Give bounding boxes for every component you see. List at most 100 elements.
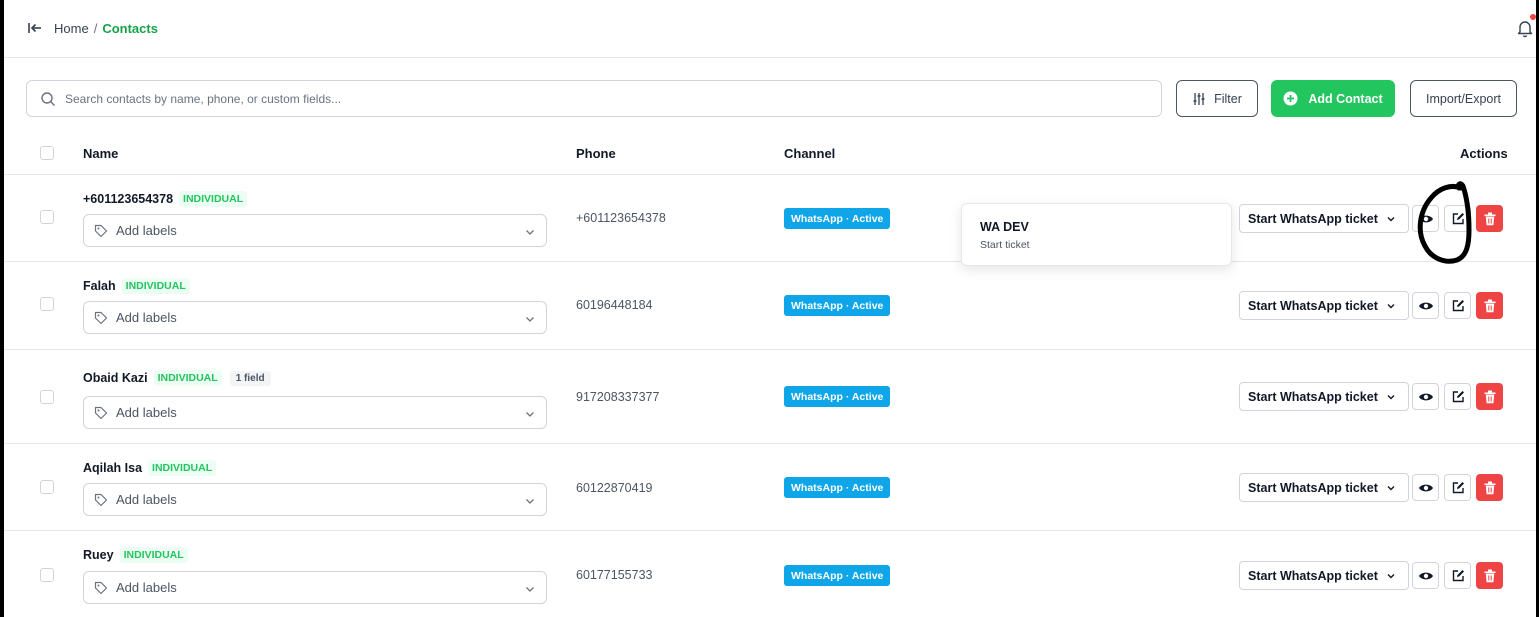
eye-icon bbox=[1418, 302, 1433, 309]
tag-icon bbox=[94, 311, 108, 325]
plus-circle-icon bbox=[1283, 91, 1298, 106]
labels-select[interactable]: Add labels bbox=[83, 571, 547, 604]
start-ticket-label: Start WhatsApp ticket bbox=[1248, 480, 1378, 495]
column-header-name: Name bbox=[83, 146, 119, 161]
delete-button[interactable] bbox=[1476, 562, 1503, 589]
contact-phone: 60177155733 bbox=[576, 568, 653, 582]
edit-button[interactable] bbox=[1444, 474, 1471, 501]
channel-badge: WhatsApp · Active bbox=[784, 208, 891, 229]
contact-name[interactable]: Falah bbox=[83, 279, 116, 293]
import-export-button[interactable]: Import/Export bbox=[1410, 80, 1517, 117]
view-button[interactable] bbox=[1412, 205, 1439, 232]
delete-button[interactable] bbox=[1476, 205, 1503, 232]
view-button[interactable] bbox=[1412, 562, 1439, 589]
contact-phone: +601123654378 bbox=[576, 211, 666, 225]
chevron-down-icon bbox=[526, 230, 534, 235]
chevron-down-icon bbox=[526, 317, 534, 322]
table-header: Name Phone Channel Actions bbox=[4, 134, 1536, 175]
start-ticket-label: Start WhatsApp ticket bbox=[1248, 389, 1378, 404]
edit-icon bbox=[1452, 212, 1464, 224]
labels-placeholder: Add labels bbox=[116, 492, 177, 507]
edit-button[interactable] bbox=[1444, 383, 1471, 410]
row-checkbox[interactable] bbox=[40, 210, 54, 224]
start-whatsapp-ticket-button[interactable]: Start WhatsApp ticket bbox=[1239, 291, 1409, 320]
labels-placeholder: Add labels bbox=[116, 310, 177, 325]
start-ticket-label: Start WhatsApp ticket bbox=[1248, 211, 1378, 226]
start-whatsapp-ticket-button[interactable]: Start WhatsApp ticket bbox=[1239, 561, 1409, 590]
trash-icon bbox=[1484, 299, 1495, 312]
filter-label: Filter bbox=[1214, 91, 1242, 106]
contact-name[interactable]: Aqilah Isa bbox=[83, 461, 142, 475]
start-whatsapp-ticket-button[interactable]: Start WhatsApp ticket bbox=[1239, 473, 1409, 502]
labels-select[interactable]: Add labels bbox=[83, 301, 547, 334]
start-ticket-dropdown-item[interactable]: WA DEV Start ticket bbox=[961, 203, 1232, 266]
sliders-icon bbox=[1193, 92, 1205, 105]
custom-field-count-badge: 1 field bbox=[229, 370, 271, 386]
start-whatsapp-ticket-button[interactable]: Start WhatsApp ticket bbox=[1239, 382, 1409, 411]
delete-button[interactable] bbox=[1476, 474, 1503, 501]
eye-icon bbox=[1418, 215, 1433, 222]
contact-type-badge: INDIVIDUAL bbox=[153, 370, 222, 386]
eye-icon bbox=[1418, 484, 1433, 491]
edit-icon bbox=[1452, 569, 1464, 581]
top-bar: Home / Contacts bbox=[4, 0, 1536, 58]
view-button[interactable] bbox=[1412, 292, 1439, 319]
contact-phone: 917208337377 bbox=[576, 390, 660, 404]
row-checkbox[interactable] bbox=[40, 480, 54, 494]
eye-icon bbox=[1418, 393, 1433, 400]
contact-name-line: Falah INDIVIDUAL bbox=[83, 278, 190, 294]
column-header-channel: Channel bbox=[784, 146, 836, 161]
search-box bbox=[26, 80, 1162, 117]
start-ticket-label: Start WhatsApp ticket bbox=[1248, 568, 1378, 583]
contact-name[interactable]: Ruey bbox=[83, 548, 114, 562]
edit-icon bbox=[1452, 390, 1464, 402]
edit-button[interactable] bbox=[1444, 292, 1471, 319]
view-button[interactable] bbox=[1412, 383, 1439, 410]
breadcrumb: Home / Contacts bbox=[54, 21, 158, 36]
row-checkbox[interactable] bbox=[40, 390, 54, 404]
collapse-sidebar-icon[interactable] bbox=[26, 19, 44, 37]
labels-select[interactable]: Add labels bbox=[83, 396, 547, 429]
select-all-checkbox[interactable] bbox=[40, 146, 54, 160]
contact-type-badge: INDIVIDUAL bbox=[121, 278, 190, 294]
contact-name[interactable]: +601123654378 bbox=[83, 192, 173, 206]
trash-icon bbox=[1484, 212, 1495, 225]
edit-icon bbox=[1452, 481, 1464, 493]
add-contact-button[interactable]: Add Contact bbox=[1271, 80, 1395, 117]
tag-icon bbox=[94, 224, 108, 238]
bell-icon[interactable] bbox=[1516, 18, 1534, 38]
chevron-down-icon bbox=[1387, 485, 1395, 490]
labels-placeholder: Add labels bbox=[116, 223, 177, 238]
delete-button[interactable] bbox=[1476, 292, 1503, 319]
table-row: Obaid Kazi INDIVIDUAL 1 field Add labels… bbox=[4, 350, 1536, 444]
start-whatsapp-ticket-button[interactable]: Start WhatsApp ticket bbox=[1239, 204, 1409, 233]
start-ticket-label: Start WhatsApp ticket bbox=[1248, 298, 1378, 313]
chevron-down-icon bbox=[1387, 394, 1395, 399]
contact-phone: 60122870419 bbox=[576, 481, 653, 495]
filter-button[interactable]: Filter bbox=[1176, 80, 1258, 117]
search-input[interactable] bbox=[27, 81, 1161, 116]
delete-button[interactable] bbox=[1476, 383, 1503, 410]
channel-badge: WhatsApp · Active bbox=[784, 477, 891, 498]
row-checkbox[interactable] bbox=[40, 568, 54, 582]
labels-select[interactable]: Add labels bbox=[83, 214, 547, 247]
edit-button[interactable] bbox=[1444, 562, 1471, 589]
edit-icon bbox=[1452, 299, 1464, 311]
labels-placeholder: Add labels bbox=[116, 405, 177, 420]
add-contact-label: Add Contact bbox=[1308, 91, 1383, 106]
labels-select[interactable]: Add labels bbox=[83, 483, 547, 516]
search-icon bbox=[41, 92, 55, 106]
chevron-down-icon bbox=[1387, 303, 1395, 308]
contact-type-badge: INDIVIDUAL bbox=[148, 460, 217, 476]
breadcrumb-home[interactable]: Home bbox=[54, 21, 89, 36]
contact-name-line: Aqilah Isa INDIVIDUAL bbox=[83, 460, 217, 476]
contact-name[interactable]: Obaid Kazi bbox=[83, 371, 148, 385]
row-checkbox[interactable] bbox=[40, 297, 54, 311]
view-button[interactable] bbox=[1412, 474, 1439, 501]
breadcrumb-separator: / bbox=[93, 21, 98, 36]
edit-button[interactable] bbox=[1444, 205, 1471, 232]
breadcrumb-current: Contacts bbox=[102, 21, 158, 36]
channel-badge: WhatsApp · Active bbox=[784, 386, 891, 407]
channel-badge: WhatsApp · Active bbox=[784, 295, 891, 316]
tag-icon bbox=[94, 406, 108, 420]
